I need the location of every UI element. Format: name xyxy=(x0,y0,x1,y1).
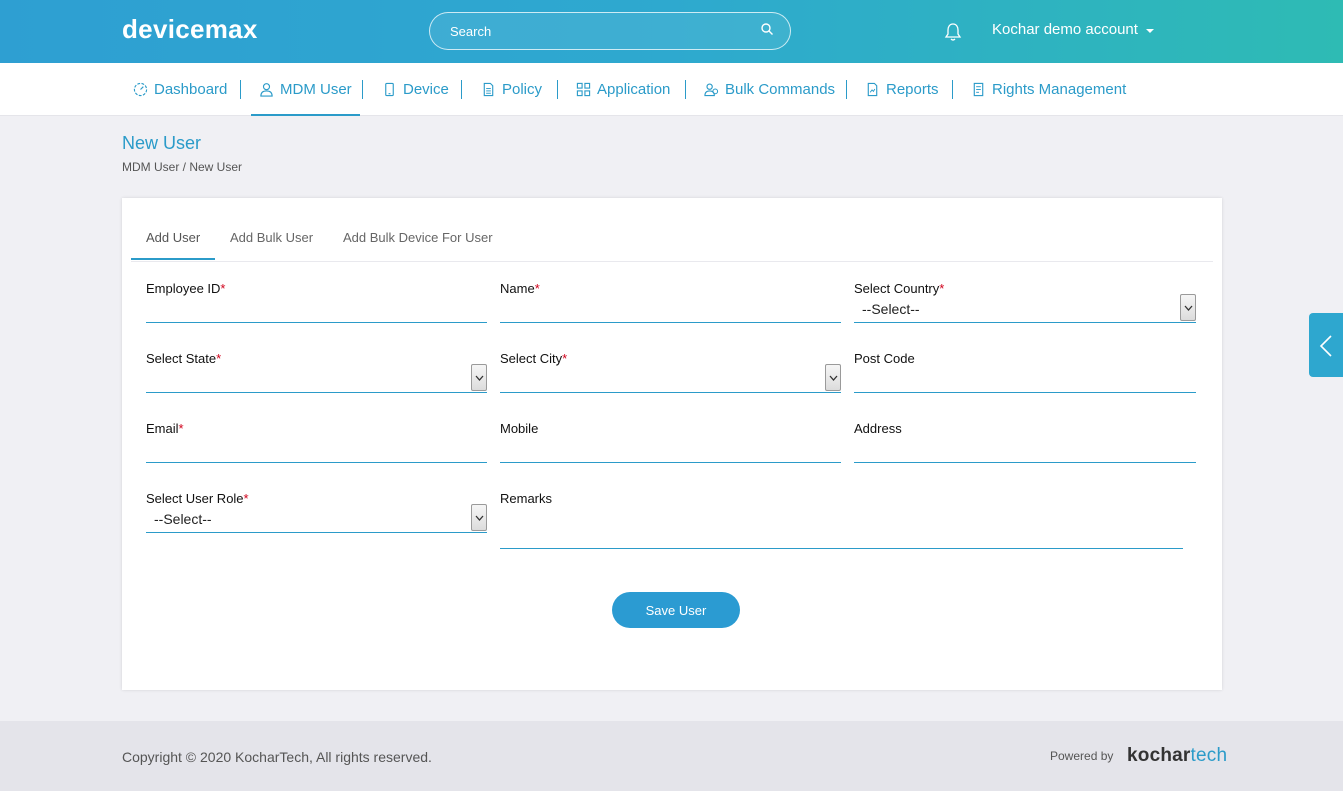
form-tabs: Add User Add Bulk User Add Bulk Device F… xyxy=(130,224,1213,262)
logo-part: kochar xyxy=(1127,745,1191,766)
dashboard-icon xyxy=(133,82,148,97)
chevron-down-icon[interactable] xyxy=(471,364,487,391)
remarks-field: Remarks xyxy=(500,491,1183,557)
city-field: Select City* xyxy=(500,351,841,401)
mobile-field: Mobile xyxy=(500,421,841,471)
search-input[interactable] xyxy=(450,13,750,49)
nav-separator xyxy=(952,80,953,99)
tab-add-user[interactable]: Add User xyxy=(130,230,216,260)
bell-icon[interactable] xyxy=(944,22,962,42)
user-role-select[interactable]: --Select-- xyxy=(146,504,487,533)
main-nav: Dashboard MDM User Device Policy Applica… xyxy=(0,63,1343,116)
email-input[interactable] xyxy=(146,441,487,463)
logo-part: tech xyxy=(1190,745,1228,766)
apps-grid-icon xyxy=(576,82,591,97)
nav-label: Bulk Commands xyxy=(725,81,836,98)
remarks-textarea[interactable] xyxy=(500,511,1183,549)
nav-label: Reports xyxy=(886,81,939,98)
nav-separator xyxy=(240,80,241,99)
tab-add-bulk-device-for-user[interactable]: Add Bulk Device For User xyxy=(343,230,493,259)
state-field: Select State* xyxy=(146,351,487,401)
state-select[interactable] xyxy=(146,364,487,393)
mobile-icon xyxy=(385,82,394,97)
email-field: Email* xyxy=(146,421,487,471)
address-field: Address xyxy=(854,421,1196,471)
side-panel-toggle[interactable] xyxy=(1309,313,1343,377)
name-input[interactable] xyxy=(500,301,841,323)
field-label: Post Code xyxy=(854,351,915,366)
post-code-input[interactable] xyxy=(854,371,1196,393)
nav-device[interactable]: Device xyxy=(382,63,449,116)
breadcrumb: MDM User / New User xyxy=(122,160,243,174)
nav-separator xyxy=(362,80,363,99)
chevron-down-icon[interactable] xyxy=(825,364,841,391)
nav-dashboard[interactable]: Dashboard xyxy=(133,63,227,116)
field-label: Employee ID* xyxy=(146,281,226,296)
nav-policy[interactable]: Policy xyxy=(481,63,542,116)
nav-label: Application xyxy=(597,81,671,98)
name-field: Name* xyxy=(500,281,841,331)
new-user-card: Add User Add Bulk User Add Bulk Device F… xyxy=(122,198,1222,690)
city-select[interactable] xyxy=(500,364,841,393)
nav-separator xyxy=(557,80,558,99)
country-select[interactable]: --Select-- xyxy=(854,294,1196,323)
nav-separator xyxy=(846,80,847,99)
field-label: Email* xyxy=(146,421,184,436)
top-header: devicemax Kochar demo account xyxy=(0,0,1343,63)
select-value: --Select-- xyxy=(154,511,212,527)
save-user-button[interactable]: Save User xyxy=(612,592,740,628)
account-name: Kochar demo account xyxy=(992,21,1138,38)
chevron-left-icon xyxy=(1319,335,1332,357)
nav-rights-management[interactable]: Rights Management xyxy=(971,63,1126,116)
powered-by-text: Powered by xyxy=(1050,749,1114,763)
field-label: Address xyxy=(854,421,902,436)
nav-bulk-commands[interactable]: Bulk Commands xyxy=(704,63,835,116)
field-label: Remarks xyxy=(500,491,553,506)
mobile-input[interactable] xyxy=(500,441,841,463)
nav-separator xyxy=(685,80,686,99)
user-role-field: Select User Role* --Select-- xyxy=(146,491,487,541)
tab-add-bulk-user[interactable]: Add Bulk User xyxy=(230,230,313,259)
nav-mdm-user[interactable]: MDM User xyxy=(251,63,360,116)
user-icon xyxy=(260,83,273,97)
post-code-field: Post Code xyxy=(854,351,1196,401)
chevron-down-icon[interactable] xyxy=(1180,294,1196,321)
employee-id-input[interactable] xyxy=(146,301,487,323)
nav-label: MDM User xyxy=(280,81,352,98)
nav-label: Policy xyxy=(502,81,543,98)
users-icon xyxy=(704,83,719,97)
report-icon xyxy=(867,82,878,97)
nav-reports[interactable]: Reports xyxy=(865,63,939,116)
search-icon[interactable] xyxy=(760,22,774,36)
copyright-text: Copyright © 2020 KocharTech, All rights … xyxy=(122,749,432,765)
page-title: New User xyxy=(122,133,202,153)
field-label: Mobile xyxy=(500,421,539,436)
rights-icon xyxy=(973,82,984,97)
nav-label: Rights Management xyxy=(992,81,1127,98)
employee-id-field: Employee ID* xyxy=(146,281,487,331)
footer: Copyright © 2020 KocharTech, All rights … xyxy=(0,721,1343,791)
select-value: --Select-- xyxy=(862,301,920,317)
document-icon xyxy=(483,82,494,97)
nav-separator xyxy=(461,80,462,99)
search-box[interactable] xyxy=(429,12,791,50)
nav-label: Device xyxy=(403,81,449,98)
country-field: Select Country* --Select-- xyxy=(854,281,1196,331)
app-logo[interactable]: devicemax xyxy=(122,14,258,45)
field-label: Name* xyxy=(500,281,540,296)
nav-label: Dashboard xyxy=(154,81,228,98)
address-input[interactable] xyxy=(854,441,1196,463)
account-menu[interactable]: Kochar demo account xyxy=(992,21,1154,38)
nav-application[interactable]: Application xyxy=(576,63,670,116)
chevron-down-icon[interactable] xyxy=(471,504,487,531)
kochartech-logo[interactable]: kochartech xyxy=(1127,745,1227,767)
chevron-down-icon xyxy=(1145,28,1154,33)
